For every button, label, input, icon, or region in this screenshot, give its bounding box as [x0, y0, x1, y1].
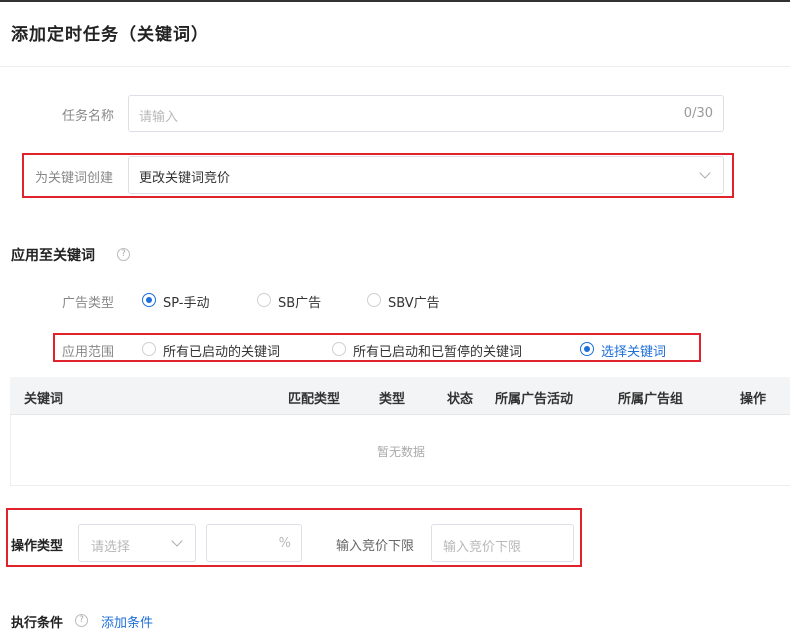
- radio-sb-ad[interactable]: [257, 293, 271, 307]
- radio-scope-select-keywords[interactable]: [580, 342, 594, 356]
- conditions-label: 执行条件: [11, 616, 64, 631]
- task-name-input[interactable]: 请输入 0/30: [128, 95, 724, 132]
- bid-lower-limit-placeholder: 输入竞价下限: [443, 540, 522, 555]
- page-title: 添加定时任务（关键词）: [11, 25, 209, 45]
- radio-sbv-ad-label[interactable]: SBV广告: [388, 292, 440, 311]
- create-for-label: 为关键词创建: [35, 171, 114, 186]
- radio-sp-manual-label[interactable]: SP-手动: [163, 292, 210, 311]
- header-divider: [0, 66, 790, 67]
- operation-type-select[interactable]: 请选择: [78, 524, 196, 562]
- percent-suffix: %: [278, 536, 291, 551]
- radio-sbv-ad[interactable]: [367, 293, 381, 307]
- question-circle-icon[interactable]: ?: [117, 248, 130, 261]
- scope-label: 应用范围: [62, 345, 115, 360]
- operation-type-label: 操作类型: [11, 539, 64, 554]
- create-for-value: 更改关键词竞价: [139, 171, 231, 186]
- radio-scope-enabled[interactable]: [142, 342, 156, 356]
- column-keyword: 关键词: [24, 392, 64, 407]
- apply-section-title: 应用至关键词: [11, 248, 95, 264]
- column-actions: 操作: [740, 392, 767, 407]
- chevron-down-icon: [699, 167, 711, 179]
- radio-sb-ad-label[interactable]: SB广告: [278, 292, 321, 311]
- radio-scope-enabled-paused[interactable]: [332, 342, 346, 356]
- question-circle-icon[interactable]: ?: [75, 614, 88, 627]
- task-name-label: 任务名称: [62, 109, 115, 124]
- radio-sp-manual[interactable]: [142, 293, 156, 307]
- percent-input[interactable]: %: [206, 524, 302, 562]
- window-top-border: [0, 0, 790, 2]
- column-match-type: 匹配类型: [288, 392, 341, 407]
- radio-scope-enabled-label[interactable]: 所有已启动的关键词: [163, 341, 280, 360]
- task-name-counter: 0/30: [683, 106, 713, 121]
- column-ad-group: 所属广告组: [618, 392, 684, 407]
- operation-type-placeholder: 请选择: [91, 540, 131, 555]
- column-type: 类型: [379, 392, 406, 407]
- radio-scope-enabled-paused-label[interactable]: 所有已启动和已暂停的关键词: [353, 341, 522, 360]
- column-status: 状态: [447, 392, 474, 407]
- bid-lower-limit-input[interactable]: 输入竞价下限: [431, 524, 574, 562]
- column-campaign: 所属广告活动: [495, 392, 574, 407]
- table-empty-text: 暂无数据: [376, 445, 425, 459]
- radio-scope-select-keywords-label[interactable]: 选择关键词: [601, 341, 666, 360]
- chevron-down-icon: [171, 535, 183, 547]
- add-condition-link[interactable]: 添加条件: [101, 612, 153, 631]
- keyword-table-body: 暂无数据: [10, 415, 790, 486]
- create-for-select[interactable]: 更改关键词竞价: [128, 156, 724, 194]
- keyword-table-header: 关键词 匹配类型 类型 状态 所属广告活动 所属广告组 操作: [10, 377, 790, 415]
- ad-type-label: 广告类型: [62, 296, 115, 311]
- bid-lower-limit-label: 输入竞价下限: [336, 539, 415, 554]
- task-name-placeholder: 请输入: [139, 110, 179, 125]
